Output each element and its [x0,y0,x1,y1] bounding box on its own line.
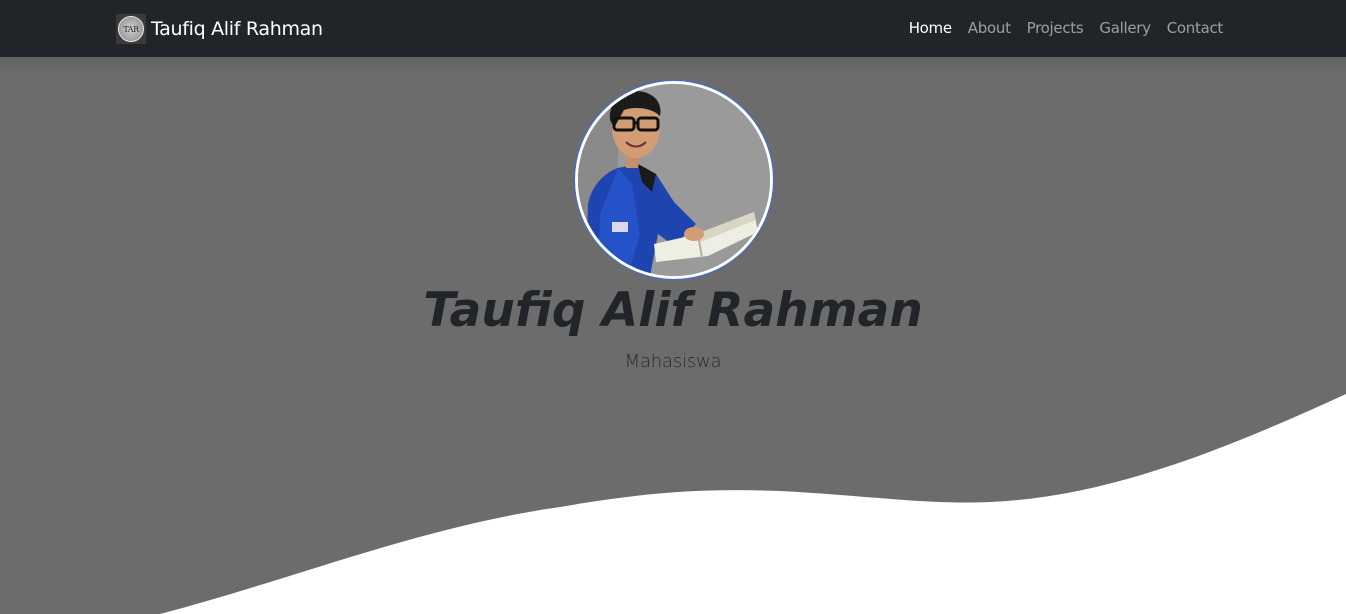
brand-logo-icon: TAR [116,14,146,44]
brand-name: Taufiq Alif Rahman [151,18,323,40]
navbar: TAR Taufiq Alif Rahman Home About Projec… [0,0,1346,57]
nav-item-home[interactable]: Home [901,18,960,38]
hero-subtitle: Mahasiswa [624,351,722,372]
brand-link[interactable]: TAR Taufiq Alif Rahman [116,14,323,44]
nav-item-projects[interactable]: Projects [1019,18,1092,38]
profile-photo-icon [578,84,770,276]
hero-title: Taufiq Alif Rahman [423,283,923,338]
nav-item-contact[interactable]: Contact [1159,18,1224,38]
nav-item-about[interactable]: About [960,18,1019,38]
profile-avatar [575,81,773,279]
nav-item-gallery[interactable]: Gallery [1091,18,1158,38]
nav-menu: Home About Projects Gallery Contact [901,18,1224,38]
hero-section: Taufiq Alif Rahman Mahasiswa [0,57,1346,614]
brand-logo-monogram: TAR [118,16,144,42]
